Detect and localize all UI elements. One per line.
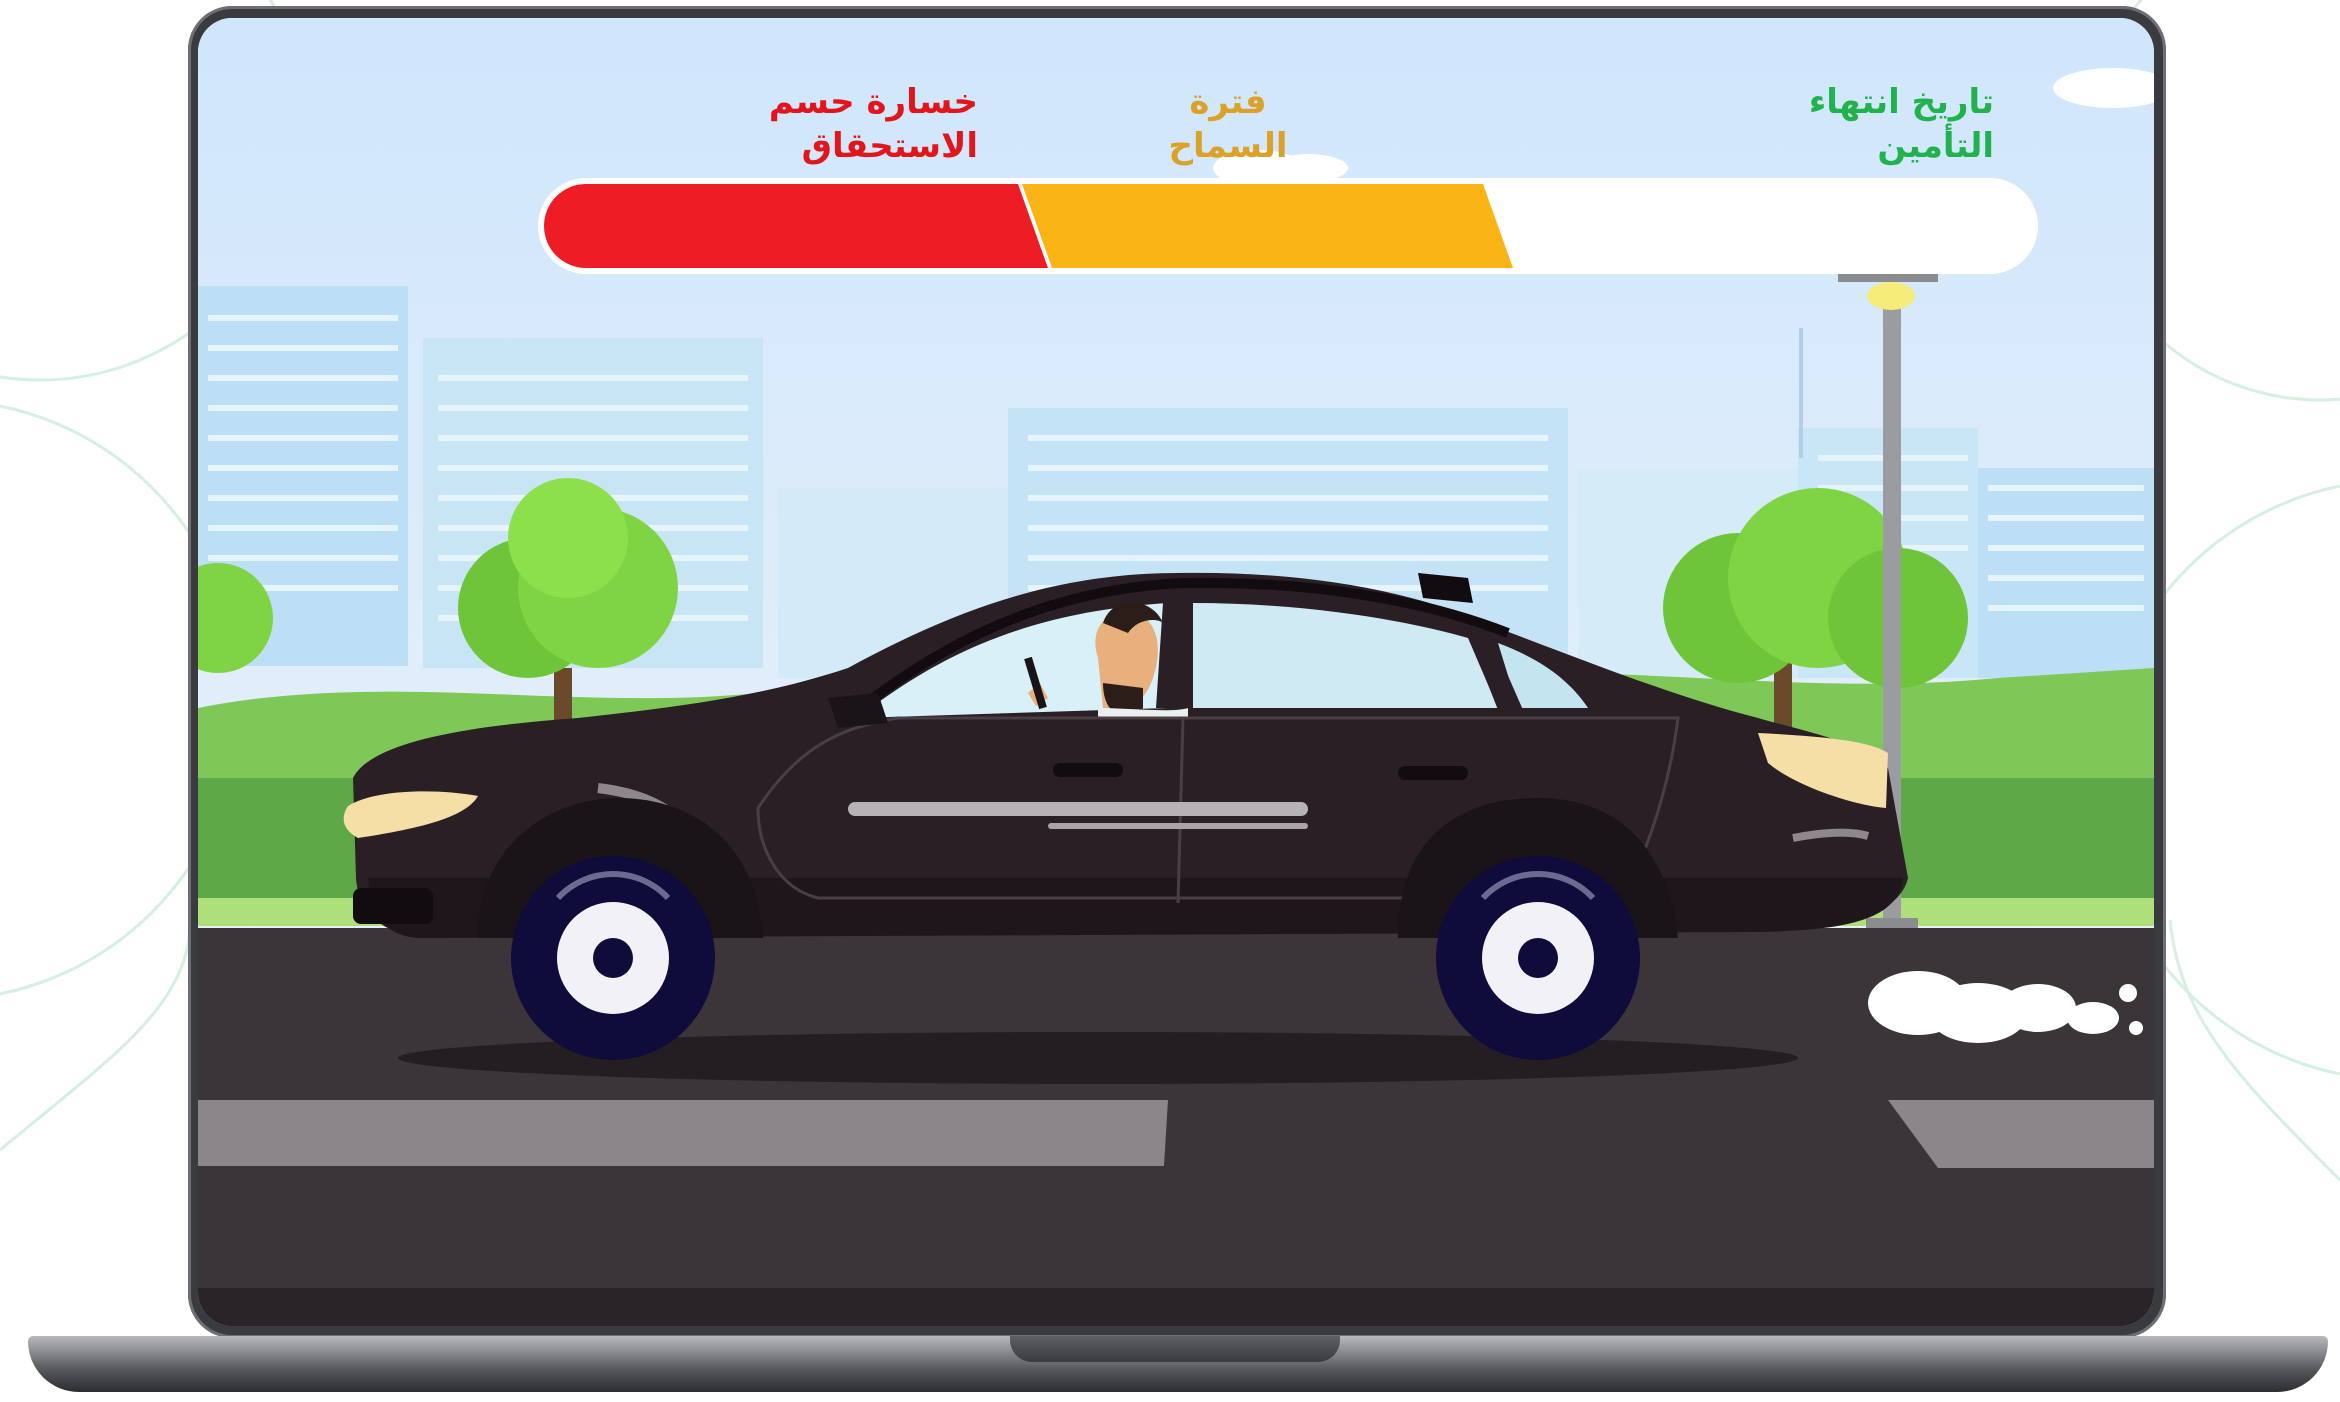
expiry-label-line1: تاريخ انتهاء (1808, 82, 1994, 122)
road-marking (198, 1100, 1168, 1166)
expiry-label: تاريخ انتهاء التأمين (1809, 80, 1994, 168)
grace-period-label: فترة السماح (1148, 80, 1308, 168)
loss-label-line1: خسارة حسم (768, 82, 978, 122)
grace-label-line2: السماح (1168, 126, 1288, 166)
laptop-notch (1010, 1336, 1340, 1362)
grace-bar-grace-segment (1022, 184, 1513, 268)
grace-period-bar (538, 178, 2038, 274)
grace-label-line1: فترة (1189, 82, 1267, 122)
loss-label-line2: الاستحقاق (801, 126, 978, 166)
expiry-label-line2: التأمين (1877, 126, 1994, 166)
wheel-icon (511, 856, 715, 1060)
laptop-screen: تاريخ انتهاء التأمين فترة السماح خسارة ح… (198, 18, 2154, 1326)
grace-bar-loss-segment (544, 184, 1048, 268)
no-claims-loss-label: خسارة حسم الاستحقاق (558, 80, 978, 168)
wheel-icon (1436, 856, 1640, 1060)
